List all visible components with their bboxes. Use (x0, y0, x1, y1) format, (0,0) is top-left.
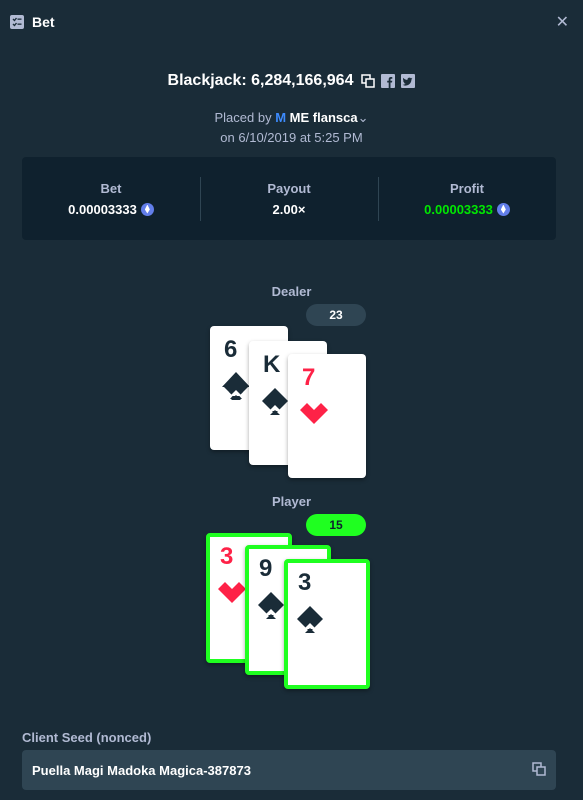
player-label: Player (271, 494, 312, 509)
spade-icon (258, 592, 284, 619)
card-rank: 7 (302, 364, 316, 391)
bet-list-icon (10, 15, 24, 29)
bet-value-row: 0.00003333 (22, 202, 200, 217)
player-total-badge: 15 (306, 514, 366, 536)
profit-stat: Profit 0.00003333 (378, 176, 556, 221)
client-seed-section: Client Seed (nonced) Puella Magi Madoka … (0, 702, 583, 800)
heart-icon (300, 403, 328, 424)
bet-stat: Bet 0.00003333 (22, 181, 200, 217)
game-title: Blackjack: 6,284,166,964 (167, 72, 354, 89)
heart-icon (218, 582, 246, 603)
card-rank: 3 (220, 543, 234, 570)
bet-value: 0.00003333 (68, 201, 137, 217)
profit-label: Profit (450, 180, 484, 196)
placed-by-line: Placed by M ME flansca⌄ (0, 108, 583, 128)
ethereum-coin-icon (496, 202, 510, 216)
modal-title: Bet (32, 14, 55, 30)
placed-by-prefix: Placed by (214, 110, 272, 125)
card-rank: 3 (298, 569, 312, 596)
bet-stats-panel: Bet 0.00003333 Payout 2.00× Profit 0.000… (22, 157, 556, 240)
spade-icon (222, 372, 250, 400)
placed-date: on 6/10/2019 at 5:25 PM (220, 130, 363, 145)
copy-icon[interactable] (532, 762, 546, 776)
profit-value: 0.00003333 (424, 201, 493, 217)
client-seed-field[interactable]: Puella Magi Madoka Magica-387873 (22, 750, 556, 790)
dealer-total-badge: 23 (306, 304, 366, 326)
card-rank: 9 (259, 555, 273, 582)
facebook-icon[interactable] (381, 74, 396, 88)
spade-icon (262, 388, 288, 415)
close-icon[interactable]: ✕ (556, 12, 569, 32)
spade-icon (297, 606, 323, 633)
player-card-3: 3 (284, 559, 370, 689)
payout-value: 2.00× (272, 201, 306, 217)
payout-stat: Payout 2.00× (200, 176, 378, 221)
username-link[interactable]: ME flansca (290, 110, 358, 125)
client-seed-label: Client Seed (nonced) (22, 730, 152, 745)
ethereum-coin-icon (140, 202, 154, 216)
placed-info: Placed by M ME flansca⌄ on 6/10/2019 at … (0, 108, 583, 148)
client-seed-value: Puella Magi Madoka Magica-387873 (32, 762, 251, 778)
user-rank-badge: M (275, 110, 287, 125)
twitter-icon[interactable] (401, 74, 416, 88)
profit-value-row: 0.00003333 (378, 202, 556, 217)
card-rank: K (263, 351, 281, 378)
card-rank: 6 (224, 336, 238, 363)
chevron-down-icon[interactable]: ⌄ (358, 110, 369, 125)
payout-label: Payout (267, 180, 311, 196)
modal-header: Bet ✕ (0, 0, 583, 44)
copy-icon[interactable] (361, 74, 376, 88)
game-title-row: Blackjack: 6,284,166,964 (0, 72, 583, 90)
bet-label: Bet (100, 180, 122, 196)
dealer-card-3: 7 (288, 354, 366, 478)
dealer-label: Dealer (271, 284, 312, 299)
